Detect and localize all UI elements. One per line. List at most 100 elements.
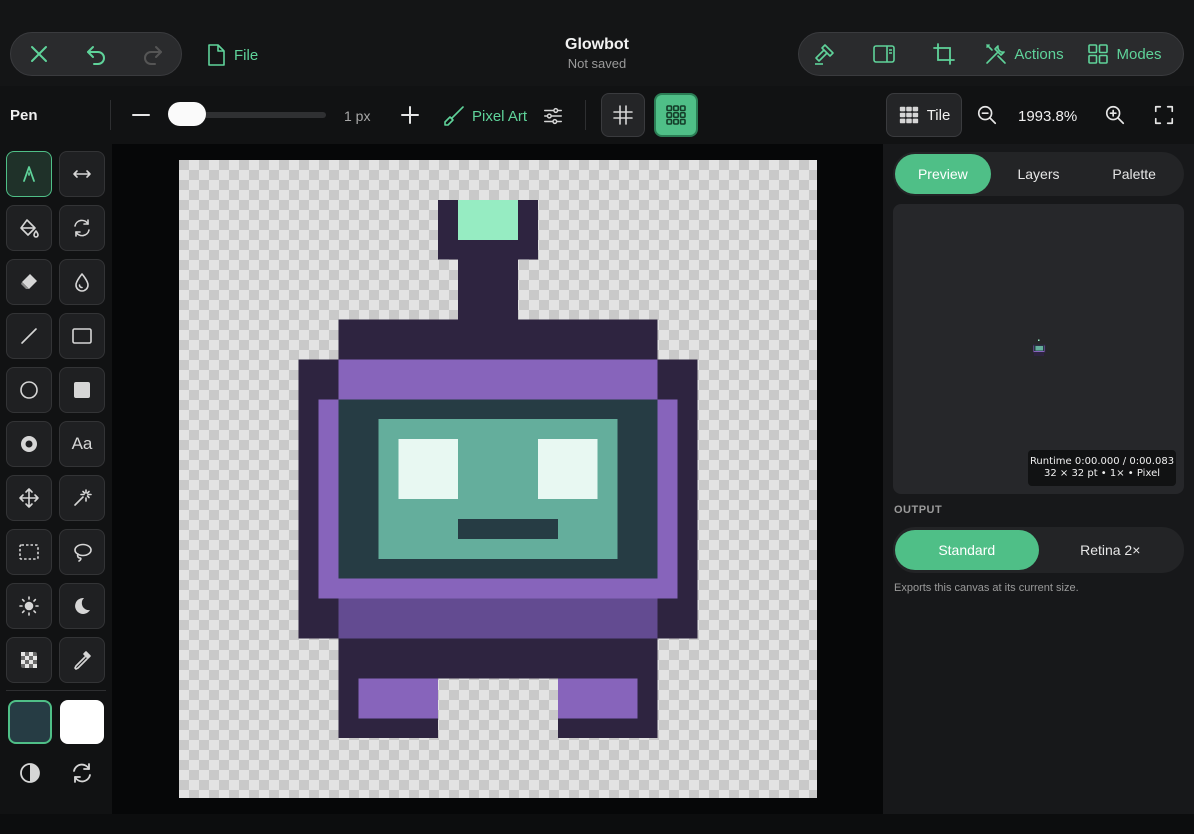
save-status: Not saved — [567, 56, 627, 71]
decrease-size-button[interactable] — [130, 104, 152, 126]
actions-button[interactable]: Actions — [971, 32, 1077, 76]
pen-nib-icon — [23, 166, 35, 182]
sidebar-toggle-button[interactable] — [851, 32, 917, 76]
dot-grid-icon — [666, 105, 686, 125]
crop-icon — [933, 43, 955, 65]
moon-icon — [75, 597, 90, 614]
primary-color-swatch[interactable] — [8, 700, 52, 744]
undo-button[interactable] — [68, 32, 125, 76]
output-note: Exports this canvas at its current size. — [894, 582, 1079, 594]
edit-controls — [10, 32, 182, 76]
text-tool[interactable]: Aa — [59, 421, 105, 467]
modes-label: Modes — [1116, 45, 1162, 63]
pixel-grid-toggle[interactable] — [601, 93, 645, 137]
circle-filled-icon — [21, 436, 37, 452]
darken-tool[interactable] — [59, 583, 105, 629]
move-tool[interactable] — [6, 475, 52, 521]
lasso-tool[interactable] — [59, 529, 105, 575]
magic-wand-icon — [74, 489, 92, 506]
tab-palette[interactable]: Palette — [1086, 154, 1182, 194]
fill-tool[interactable] — [6, 205, 52, 251]
document-title-block: Glowbot Not saved — [497, 36, 697, 71]
crop-button[interactable] — [917, 32, 971, 76]
move-arrows-icon — [19, 488, 39, 508]
redo-button[interactable] — [124, 32, 181, 76]
robot-sprite — [298, 199, 698, 739]
canvas-area[interactable] — [112, 144, 883, 814]
current-tool-name: Pen — [10, 107, 38, 124]
plus-icon — [401, 106, 419, 124]
rectangle-tool[interactable] — [59, 313, 105, 359]
fullscreen-button[interactable] — [1152, 103, 1176, 127]
tool-palette: Aa — [0, 144, 112, 814]
runtime-line: Runtime 0:00.000 / 0:00.083 — [1029, 456, 1175, 467]
flip-tool[interactable] — [59, 151, 105, 197]
sliders-icon — [544, 107, 562, 125]
document-title: Glowbot — [565, 36, 629, 53]
minus-icon — [132, 114, 150, 116]
filled-rectangle-tool[interactable] — [59, 367, 105, 413]
rotate-tool[interactable] — [59, 205, 105, 251]
output-retina[interactable]: Retina 2× — [1039, 530, 1183, 570]
tools-icon — [986, 44, 1007, 64]
filled-ellipse-tool[interactable] — [6, 421, 52, 467]
tile-button[interactable]: Tile — [886, 93, 962, 137]
grid-squares-icon — [1088, 44, 1109, 64]
brush-mode-button[interactable]: Pixel Art — [442, 103, 527, 129]
hammer-button[interactable] — [799, 32, 851, 76]
zoom-out-button[interactable] — [975, 103, 999, 127]
tile-label: Tile — [926, 106, 951, 124]
file-icon — [208, 44, 225, 66]
zoom-in-icon — [1105, 105, 1125, 125]
pen-tool[interactable] — [6, 151, 52, 197]
brush-size-value: 1 px — [344, 108, 371, 124]
swap-colors-button[interactable] — [60, 757, 104, 789]
file-button[interactable]: File — [206, 42, 258, 68]
eraser-icon — [21, 274, 37, 289]
divider — [585, 100, 586, 130]
increase-size-button[interactable] — [399, 104, 421, 126]
lighten-tool[interactable] — [6, 583, 52, 629]
eyedropper-icon — [74, 651, 91, 670]
text-icon: Aa — [71, 434, 93, 453]
zoom-out-icon — [977, 105, 997, 125]
close-icon — [31, 46, 48, 62]
preview-thumbnail — [1032, 339, 1046, 357]
zoom-level: 1993.8% — [1018, 108, 1078, 125]
swap-icon — [73, 763, 91, 783]
circle-outline-icon — [20, 381, 38, 399]
zoom-in-button[interactable] — [1103, 103, 1127, 127]
brush-settings-button[interactable] — [541, 104, 565, 128]
lasso-icon — [74, 543, 92, 562]
blur-tool[interactable] — [59, 259, 105, 305]
horizontal-arrows-icon — [73, 170, 91, 178]
tile-grid-toggle[interactable] — [654, 93, 698, 137]
eraser-tool[interactable] — [6, 259, 52, 305]
panel-tabs: Preview Layers Palette — [893, 152, 1184, 196]
hammer-icon — [815, 44, 834, 65]
modes-button[interactable]: Modes — [1077, 32, 1171, 76]
checker-icon — [21, 652, 37, 668]
dither-tool[interactable] — [6, 637, 52, 683]
dashed-rectangle-icon — [19, 544, 39, 560]
tab-preview[interactable]: Preview — [895, 154, 991, 194]
eyedropper-tool[interactable] — [59, 637, 105, 683]
rect-select-tool[interactable] — [6, 529, 52, 575]
redo-icon — [143, 46, 162, 65]
contrast-button[interactable] — [8, 757, 52, 789]
close-button[interactable] — [11, 32, 68, 76]
paint-bucket-icon — [20, 219, 39, 238]
runtime-info: Runtime 0:00.000 / 0:00.083 32 × 32 pt •… — [1028, 450, 1176, 486]
line-icon — [21, 328, 37, 344]
secondary-color-swatch[interactable] — [60, 700, 104, 744]
drawing-canvas[interactable] — [179, 160, 817, 798]
brush-size-slider-knob[interactable] — [168, 102, 206, 126]
output-standard[interactable]: Standard — [895, 530, 1039, 570]
expand-icon — [1154, 105, 1174, 125]
ellipse-tool[interactable] — [6, 367, 52, 413]
line-tool[interactable] — [6, 313, 52, 359]
workspace-controls: Actions Modes — [798, 32, 1184, 76]
divider — [110, 100, 111, 130]
tab-layers[interactable]: Layers — [991, 154, 1087, 194]
magic-wand-tool[interactable] — [59, 475, 105, 521]
